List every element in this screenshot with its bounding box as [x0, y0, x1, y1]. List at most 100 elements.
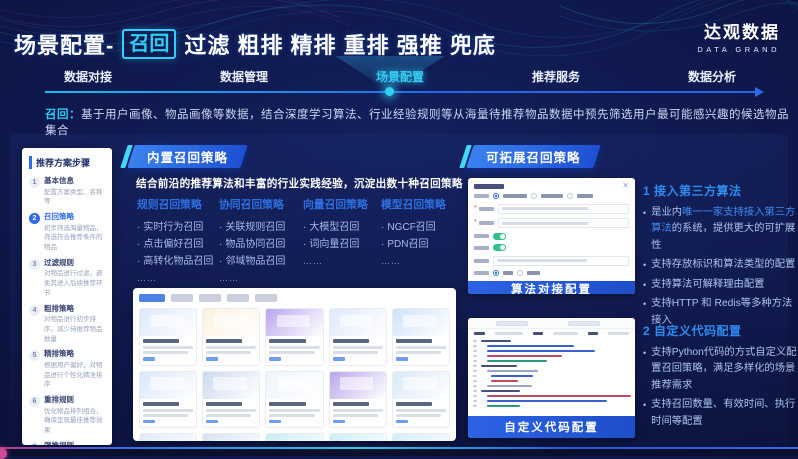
timeline-line — [45, 91, 757, 93]
code-line — [487, 345, 574, 347]
ext-bullet-text: 支持算法可解释理由配置 — [651, 277, 764, 293]
strategy-card[interactable] — [265, 371, 323, 429]
strategy-card[interactable] — [392, 308, 450, 366]
nav-item-推荐服务[interactable]: 推荐服务 — [508, 68, 604, 85]
step-number: 6 — [29, 396, 40, 407]
card-text-placeholder — [396, 414, 441, 417]
strategy-card-thumbnail — [140, 434, 196, 441]
bullet-icon: · — [381, 219, 384, 236]
step-description: 配置方案类型、名称等 — [44, 188, 105, 208]
field-label-placeholder — [474, 234, 489, 238]
card-link-placeholder[interactable] — [269, 420, 281, 424]
bottom-band — [0, 448, 798, 456]
step-number: 7 — [29, 442, 40, 445]
bottom-gradient-line — [0, 447, 798, 449]
step-title: 精排策略 — [44, 349, 105, 360]
text-input[interactable] — [498, 218, 629, 228]
gallery-tab[interactable] — [227, 294, 249, 302]
strategy-card-thumbnail — [266, 372, 322, 399]
card-link-placeholder[interactable] — [206, 357, 218, 361]
toggle-switch[interactable] — [493, 233, 506, 240]
strategy-card[interactable] — [139, 371, 197, 429]
card-link-placeholder[interactable] — [396, 420, 408, 424]
strategy-card[interactable] — [392, 433, 450, 441]
step-过滤规则[interactable]: 3过滤规则对物品进行过滤，避免其进入后续推荐环节 — [29, 258, 105, 299]
strategy-card[interactable] — [329, 433, 387, 441]
gallery-tab[interactable] — [171, 294, 193, 302]
step-召回策略[interactable]: 2召回策略初步筛选海量物品，筛选符合推荐条件的物品 — [29, 212, 105, 253]
step-body: 精排策略根据用户偏好，对物品进行个性化精准排序 — [44, 349, 105, 390]
code-line — [487, 400, 607, 402]
step-number: 5 — [29, 350, 40, 361]
toggle-switch[interactable] — [493, 244, 506, 251]
strategy-card-thumbnail — [203, 309, 259, 336]
strategy-item-label: 邻域物品召回 — [225, 253, 285, 270]
gutter-line — [473, 340, 477, 342]
text-input[interactable] — [493, 256, 629, 266]
strategy-card[interactable] — [329, 371, 387, 429]
strategy-card-body — [266, 399, 322, 428]
step-强推规则[interactable]: 7强推规则依据特定规则，强制展示特定类别的物品 — [29, 441, 105, 445]
form-rows: ** — [468, 191, 635, 281]
close-icon[interactable]: ✕ — [622, 183, 629, 189]
card-text-placeholder — [269, 409, 319, 412]
card-link-placeholder[interactable] — [396, 357, 408, 361]
strategy-card[interactable] — [202, 371, 260, 429]
step-重排规则[interactable]: 6 重排规则优化物品排列组合，确保呈现最佳推荐效果 — [29, 395, 105, 436]
strategy-item-label: 高转化物品召回 — [143, 253, 213, 270]
gallery-tab[interactable] — [199, 294, 221, 302]
ext-bullet-text: 是业内唯一一家支持接入第三方算法的系统，提供更大的可扩展性 — [651, 205, 798, 254]
strategy-card-body — [203, 336, 259, 365]
radio-button[interactable] — [493, 193, 499, 199]
nav-item-数据分析[interactable]: 数据分析 — [664, 68, 760, 85]
strategy-card[interactable] — [265, 308, 323, 366]
card-link-placeholder[interactable] — [206, 420, 218, 424]
strategy-card[interactable] — [202, 433, 260, 441]
card-link-placeholder[interactable] — [143, 357, 155, 361]
gallery-tab[interactable] — [139, 294, 165, 302]
strategy-card[interactable] — [392, 371, 450, 429]
nav-item-场景配置[interactable]: 场景配置 — [352, 68, 448, 85]
strategy-card[interactable] — [265, 433, 323, 441]
card-link-placeholder[interactable] — [143, 420, 155, 424]
step-粗排策略[interactable]: 4粗排策略对物品进行初步排序，减少待推荐物品数量 — [29, 304, 105, 345]
builtin-strategy-badge: 内置召回策略 — [131, 145, 244, 168]
step-精排策略[interactable]: 5 精排策略根据用户偏好，对物品进行个性化精准排序 — [29, 349, 105, 390]
field-label-placeholder — [479, 221, 494, 225]
bullet-icon: · — [137, 236, 140, 253]
ext-bullet: •支持召回数量、有效时间、执行时间等配置 — [643, 397, 798, 430]
step-body: 重排规则优化物品排列组合，确保呈现最佳推荐效果 — [44, 395, 105, 436]
steps-list: 1基本信息配置方案类型、名称等 2召回策略初步筛选海量物品，筛选符合推荐条件的物品… — [29, 176, 105, 445]
card-title-placeholder — [396, 402, 432, 406]
strategy-column: 模型召回策略·NGCF召回·PDN召回…… — [381, 196, 457, 287]
gutter-line — [473, 385, 477, 387]
strategy-card[interactable] — [139, 308, 197, 366]
strategy-card[interactable] — [202, 308, 260, 366]
dialog-title-placeholder — [474, 184, 504, 189]
radio-button[interactable] — [567, 193, 573, 199]
strategy-card[interactable] — [139, 433, 197, 441]
step-number: 2 — [29, 213, 40, 224]
ext-bullet: •支持Python代码的方式自定义配置召回策略，满足多样化的场景推荐需求 — [643, 345, 798, 394]
nav-item-数据对接[interactable]: 数据对接 — [40, 68, 136, 85]
strategy-card[interactable] — [329, 308, 387, 366]
radio-button[interactable] — [517, 270, 523, 276]
nav-item-数据管理[interactable]: 数据管理 — [196, 68, 292, 85]
text-input[interactable] — [498, 204, 629, 214]
gallery-tab[interactable] — [255, 294, 277, 302]
card-link-placeholder[interactable] — [269, 357, 281, 361]
card-link-placeholder[interactable] — [333, 357, 345, 361]
step-基本信息[interactable]: 1基本信息配置方案类型、名称等 — [29, 176, 105, 207]
input-placeholder-bar — [497, 259, 587, 262]
strategy-item: ·高转化物品召回 — [137, 253, 219, 270]
card-link-placeholder[interactable] — [333, 420, 345, 424]
strategy-card-thumbnail — [393, 434, 449, 441]
code-editor-meta — [468, 329, 635, 338]
step-body: 过滤规则对物品进行过滤，避免其进入后续推荐环节 — [44, 258, 105, 299]
input-placeholder-bar — [502, 207, 588, 210]
bullet-icon: · — [381, 236, 384, 253]
bullet-icon: · — [303, 219, 306, 236]
card-title-placeholder — [206, 339, 242, 343]
radio-button[interactable] — [531, 193, 537, 199]
radio-button[interactable] — [493, 270, 499, 276]
